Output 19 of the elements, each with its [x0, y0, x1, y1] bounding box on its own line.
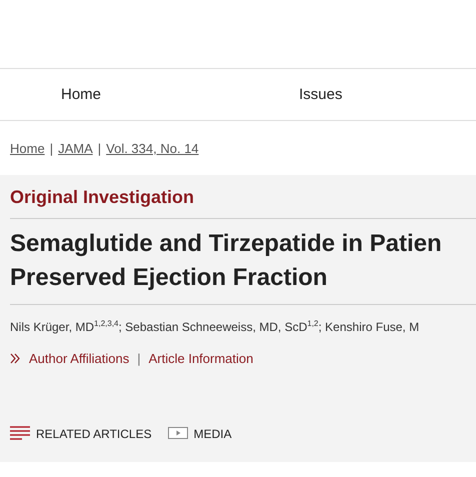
separator: | [137, 351, 141, 366]
play-icon [168, 427, 188, 440]
menu-icon [10, 426, 30, 441]
media-button[interactable]: MEDIA [168, 426, 232, 440]
author-list: Nils Krüger, MD$^{1,2,3,4}$; Sebastian Schneeweiss, MD, ScD$^{1,2}$; Kenshiro Fuse, M [10, 319, 420, 334]
nav-link[interactable]: Issues [299, 86, 342, 103]
separator: | [98, 140, 102, 156]
article-title: Semaglutide and Tirzepatide in Patien [10, 229, 442, 259]
info-link[interactable]: Article Information [148, 351, 254, 366]
info-link[interactable]: Author Affiliations [29, 351, 130, 366]
separator: | [50, 140, 54, 156]
article-title: Preserved Ejection Fraction [10, 263, 328, 293]
breadcrumb-link[interactable]: Home [10, 140, 45, 156]
article-type: Original Investigation [10, 187, 476, 219]
chevron-icon [10, 353, 21, 364]
related-articles-button[interactable]: RELATED ARTICLES [10, 426, 152, 441]
breadcrumb-link[interactable]: Vol. 334, No. 14 [106, 140, 199, 156]
breadcrumb-link[interactable]: JAMA [58, 140, 93, 156]
nav-link[interactable]: Home [61, 86, 102, 103]
